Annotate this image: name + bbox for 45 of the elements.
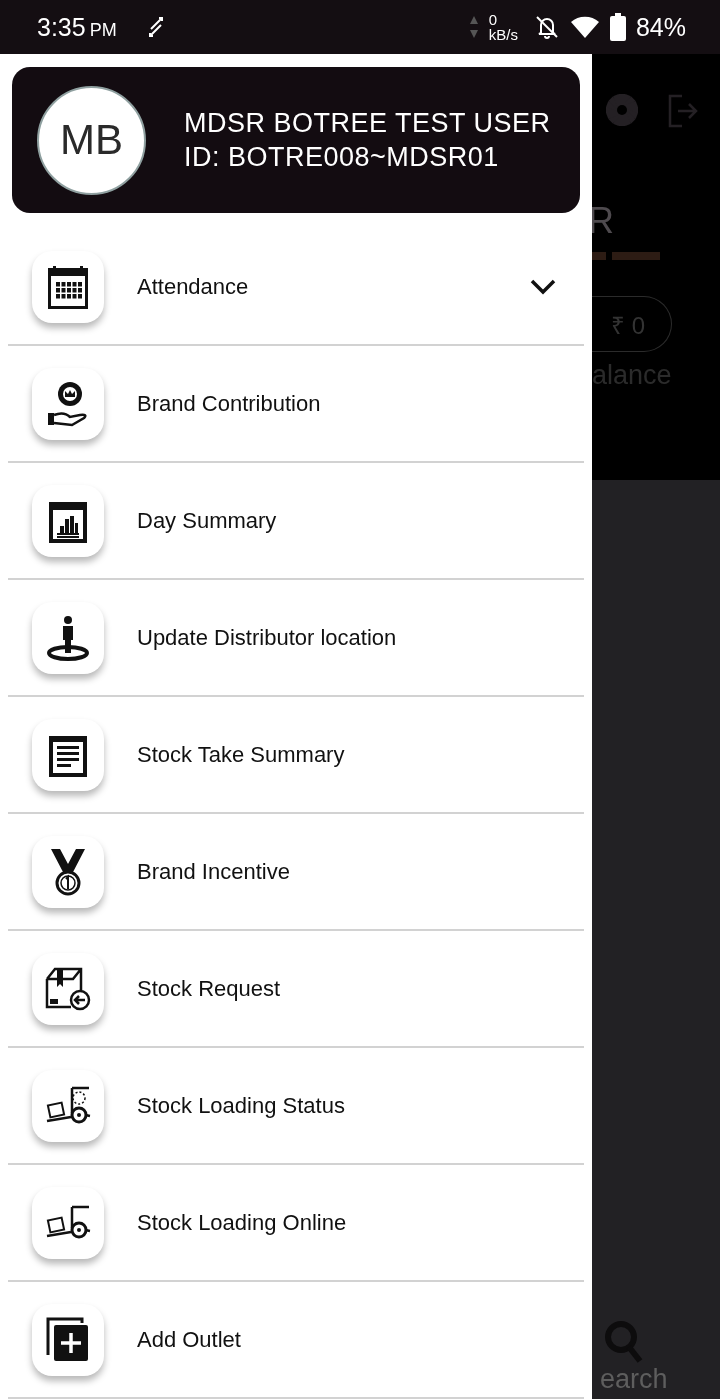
notifications-off-icon (533, 14, 560, 40)
logout-icon (668, 94, 698, 128)
menu-label: Stock Loading Online (137, 1209, 348, 1236)
menu-label: Stock Request (137, 975, 282, 1002)
box-arrow-icon (45, 966, 91, 1011)
user-id: ID: BOTRE008~MDSR01 (184, 141, 500, 173)
menu-item[interactable]: Add Outlet (8, 1282, 584, 1399)
status-time: 3:35 PM (37, 12, 117, 42)
data-rate: 0 kB/s (488, 12, 518, 42)
user-name: MDSR BOTREE TEST USER (184, 107, 551, 139)
menu-item[interactable]: Day Summary (8, 463, 584, 580)
menu-item[interactable]: Stock Take Summary (8, 697, 584, 814)
menu-item[interactable]: Brand Contribution (8, 346, 584, 463)
chevron-icon[interactable] (530, 278, 556, 295)
menu-label: Stock Take Summary (137, 741, 346, 768)
menu-item[interactable]: Stock Request (8, 931, 584, 1048)
menu-item[interactable]: Stock Loading Online (8, 1165, 584, 1282)
menu-item[interactable]: Stock Loading Status (8, 1048, 584, 1165)
auto-rotate-icon (148, 17, 163, 37)
menu-label: Add Outlet (137, 1326, 242, 1353)
search-icon (604, 1320, 644, 1364)
forklift-icon (45, 1085, 91, 1126)
battery-percent: 84% (635, 12, 686, 42)
add-icon (46, 1316, 90, 1363)
wifi-icon (569, 15, 600, 39)
nav-label: earch (600, 1364, 668, 1395)
person-on-location-icon (46, 614, 90, 661)
menu-label: Brand Contribution (137, 390, 322, 417)
data-arrows-icon (468, 15, 479, 39)
menu-label: Brand Incentive (137, 858, 291, 885)
menu-label: Attendance (137, 273, 250, 300)
menu-item[interactable]: Brand Incentive (8, 814, 584, 931)
accent-bar (592, 252, 606, 260)
avatar: MB (37, 85, 146, 195)
menu-label: Update Distributor location (137, 624, 398, 651)
hand-badge-icon (46, 380, 90, 427)
menu-label: Day Summary (137, 507, 278, 534)
calendar-icon (47, 263, 89, 310)
medal-icon (50, 847, 86, 896)
accent-bar (612, 252, 660, 260)
forklift-icon (45, 1204, 91, 1241)
menu-item[interactable]: Attendance (8, 229, 584, 346)
menu-item[interactable]: Update Distributor location (8, 580, 584, 697)
menu-label: Stock Loading Status (137, 1092, 346, 1119)
battery-icon (609, 13, 626, 41)
